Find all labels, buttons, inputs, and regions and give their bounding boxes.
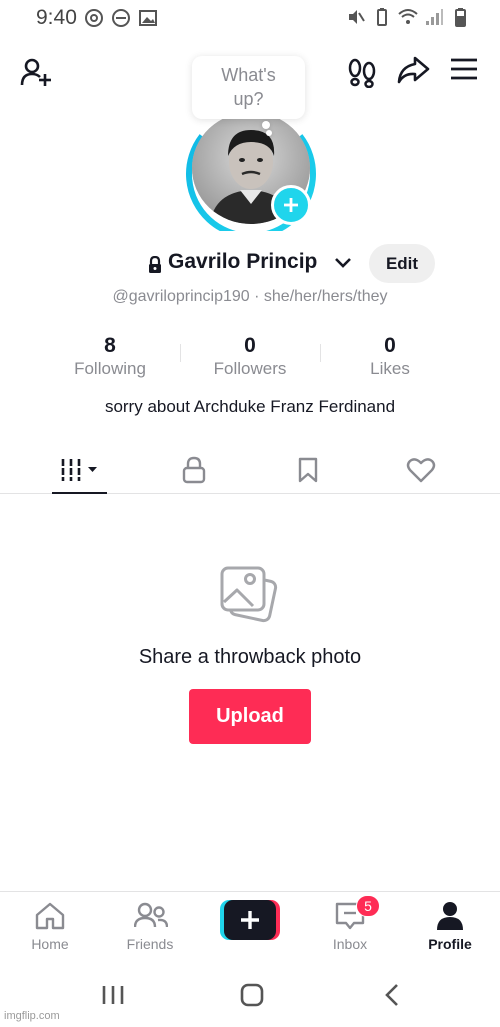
inbox-badge: 5	[356, 895, 380, 917]
add-friend-button[interactable]	[18, 54, 54, 90]
battery-icon	[455, 8, 466, 27]
nav-inbox[interactable]: Inbox	[300, 892, 400, 962]
hamburger-menu-icon	[451, 58, 477, 80]
bubble-tail-dot	[262, 121, 270, 129]
plus-icon	[284, 198, 298, 212]
videos-grid-icon	[61, 459, 97, 481]
wifi-icon	[398, 9, 418, 24]
footprints-icon	[348, 58, 376, 88]
at-sign-icon	[85, 9, 103, 27]
stat-likes[interactable]: 0 Likes	[320, 334, 460, 384]
stat-label: Followers	[213, 359, 287, 378]
lock-icon	[182, 456, 205, 484]
battery-saver-icon	[377, 8, 387, 26]
tab-liked[interactable]	[393, 446, 448, 494]
add-story-button[interactable]	[271, 185, 311, 225]
stat-value: 0	[244, 334, 256, 357]
chevron-down-icon[interactable]	[334, 257, 352, 269]
photos-icon	[220, 566, 278, 623]
nav-home[interactable]: Home	[0, 892, 100, 962]
status-left-icons	[84, 8, 158, 28]
nav-friends[interactable]: Friends	[100, 892, 200, 962]
status-bubble[interactable]: What's up?	[192, 56, 305, 119]
create-button[interactable]	[220, 900, 280, 940]
profile-views-button[interactable]	[344, 54, 380, 90]
profile-bio: sorry about Archduke Franz Ferdinand	[104, 397, 396, 416]
tab-videos[interactable]	[52, 446, 107, 494]
nav-profile[interactable]: Profile	[400, 892, 500, 962]
nav-label: Home	[31, 936, 69, 952]
empty-state-title: Share a throwback photo	[138, 646, 362, 668]
stat-value: 8	[104, 334, 116, 357]
active-tab-indicator	[52, 492, 107, 494]
recent-apps-icon[interactable]	[100, 984, 126, 1006]
home-icon	[35, 902, 65, 930]
friends-icon	[134, 902, 168, 928]
stat-divider	[320, 344, 321, 362]
system-nav-bar	[0, 962, 500, 1027]
image-icon	[139, 10, 157, 26]
tab-saved[interactable]	[280, 446, 335, 494]
mute-icon	[349, 10, 365, 24]
nav-label: Inbox	[332, 936, 368, 952]
profile-handle: @gavriloprincip190 · she/her/hers/they	[112, 288, 388, 305]
status-right-icons	[346, 7, 470, 27]
stat-value: 0	[384, 334, 396, 357]
stat-divider	[180, 344, 181, 362]
nav-label: Friends	[126, 936, 174, 952]
profile-name[interactable]: Gavrilo Princip	[168, 250, 317, 274]
stats-row: 8 Following 0 Followers 0 Likes	[40, 334, 460, 384]
menu-button[interactable]	[447, 52, 481, 86]
create-plus-icon	[220, 900, 280, 940]
nav-label: Profile	[428, 936, 472, 952]
share-arrow-icon	[397, 56, 430, 84]
status-bar: 9:40	[0, 0, 500, 36]
stat-followers[interactable]: 0 Followers	[180, 334, 320, 384]
private-lock-icon	[149, 256, 161, 273]
stat-following[interactable]: 8 Following	[40, 334, 180, 384]
share-profile-button[interactable]	[395, 52, 431, 88]
stat-label: Likes	[370, 359, 410, 378]
signal-icon	[426, 9, 443, 25]
watermark: imgflip.com	[4, 1010, 60, 1022]
bubble-tail-dot-small	[266, 130, 272, 136]
add-user-icon	[20, 58, 51, 86]
edit-profile-button[interactable]: Edit	[369, 244, 435, 283]
tab-private[interactable]	[166, 446, 221, 494]
back-icon[interactable]	[383, 983, 401, 1007]
content-tabs	[0, 446, 500, 494]
bookmark-icon	[298, 457, 317, 483]
home-system-icon[interactable]	[240, 983, 264, 1007]
upload-button[interactable]: Upload	[189, 689, 311, 744]
status-bubble-text: What's up?	[221, 65, 276, 109]
heart-icon	[406, 458, 435, 483]
stat-label: Following	[74, 359, 146, 378]
do-not-disturb-icon	[112, 9, 130, 27]
status-time: 9:40	[36, 6, 77, 29]
profile-icon	[437, 902, 463, 930]
